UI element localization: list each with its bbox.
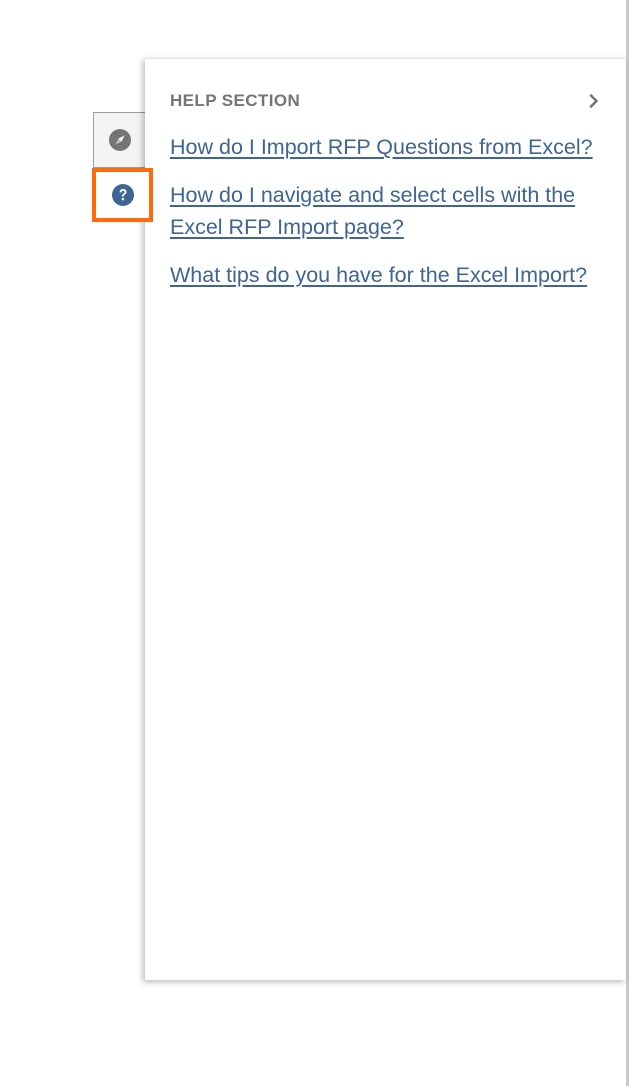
help-link-import-rfp-questions[interactable]: How do I Import RFP Questions from Excel…: [170, 135, 593, 159]
help-link-navigate-select-cells[interactable]: How do I navigate and select cells with …: [170, 183, 575, 239]
side-tab-strip: [92, 112, 153, 222]
chevron-right-icon: [589, 94, 599, 108]
help-panel: HELP SECTION How do I Import RFP Questio…: [145, 58, 626, 980]
page: HELP SECTION How do I Import RFP Questio…: [0, 0, 629, 1086]
help-link-excel-import-tips[interactable]: What tips do you have for the Excel Impo…: [170, 263, 587, 287]
help-panel-title: HELP SECTION: [170, 91, 301, 110]
help-panel-header: HELP SECTION: [170, 91, 604, 111]
list-item: How do I Import RFP Questions from Excel…: [170, 131, 600, 163]
list-item: How do I navigate and select cells with …: [170, 179, 600, 243]
question-circle-icon: [111, 184, 134, 206]
collapse-panel-button[interactable]: [584, 91, 604, 111]
tab-navigation[interactable]: [93, 112, 145, 168]
compass-icon: [108, 129, 131, 151]
tab-help[interactable]: [92, 168, 153, 222]
help-link-list: How do I Import RFP Questions from Excel…: [170, 131, 600, 307]
list-item: What tips do you have for the Excel Impo…: [170, 259, 600, 291]
